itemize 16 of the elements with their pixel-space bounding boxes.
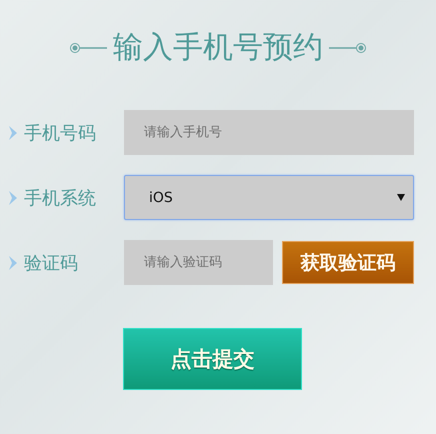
system-select[interactable]: iOS <box>124 175 414 220</box>
caret-icon <box>397 194 405 201</box>
chevron-icon <box>8 124 18 140</box>
chevron-icon <box>8 254 18 270</box>
ornament-icon <box>69 42 107 54</box>
field-label: 验证码 <box>24 252 78 274</box>
form-title: 输入手机号预约 <box>113 29 323 67</box>
submit-button[interactable]: 点击提交 <box>123 328 302 390</box>
ornament-icon <box>329 42 367 54</box>
field-label: 手机号码 <box>24 122 96 144</box>
select-value: iOS <box>149 190 173 206</box>
field-label: 手机系统 <box>24 186 96 210</box>
get-code-button[interactable]: 获取验证码 <box>282 241 414 284</box>
chevron-icon <box>8 190 18 206</box>
phone-input[interactable]: 请输入手机号 <box>124 110 414 155</box>
code-input[interactable]: 请输入验证码 <box>124 240 273 285</box>
